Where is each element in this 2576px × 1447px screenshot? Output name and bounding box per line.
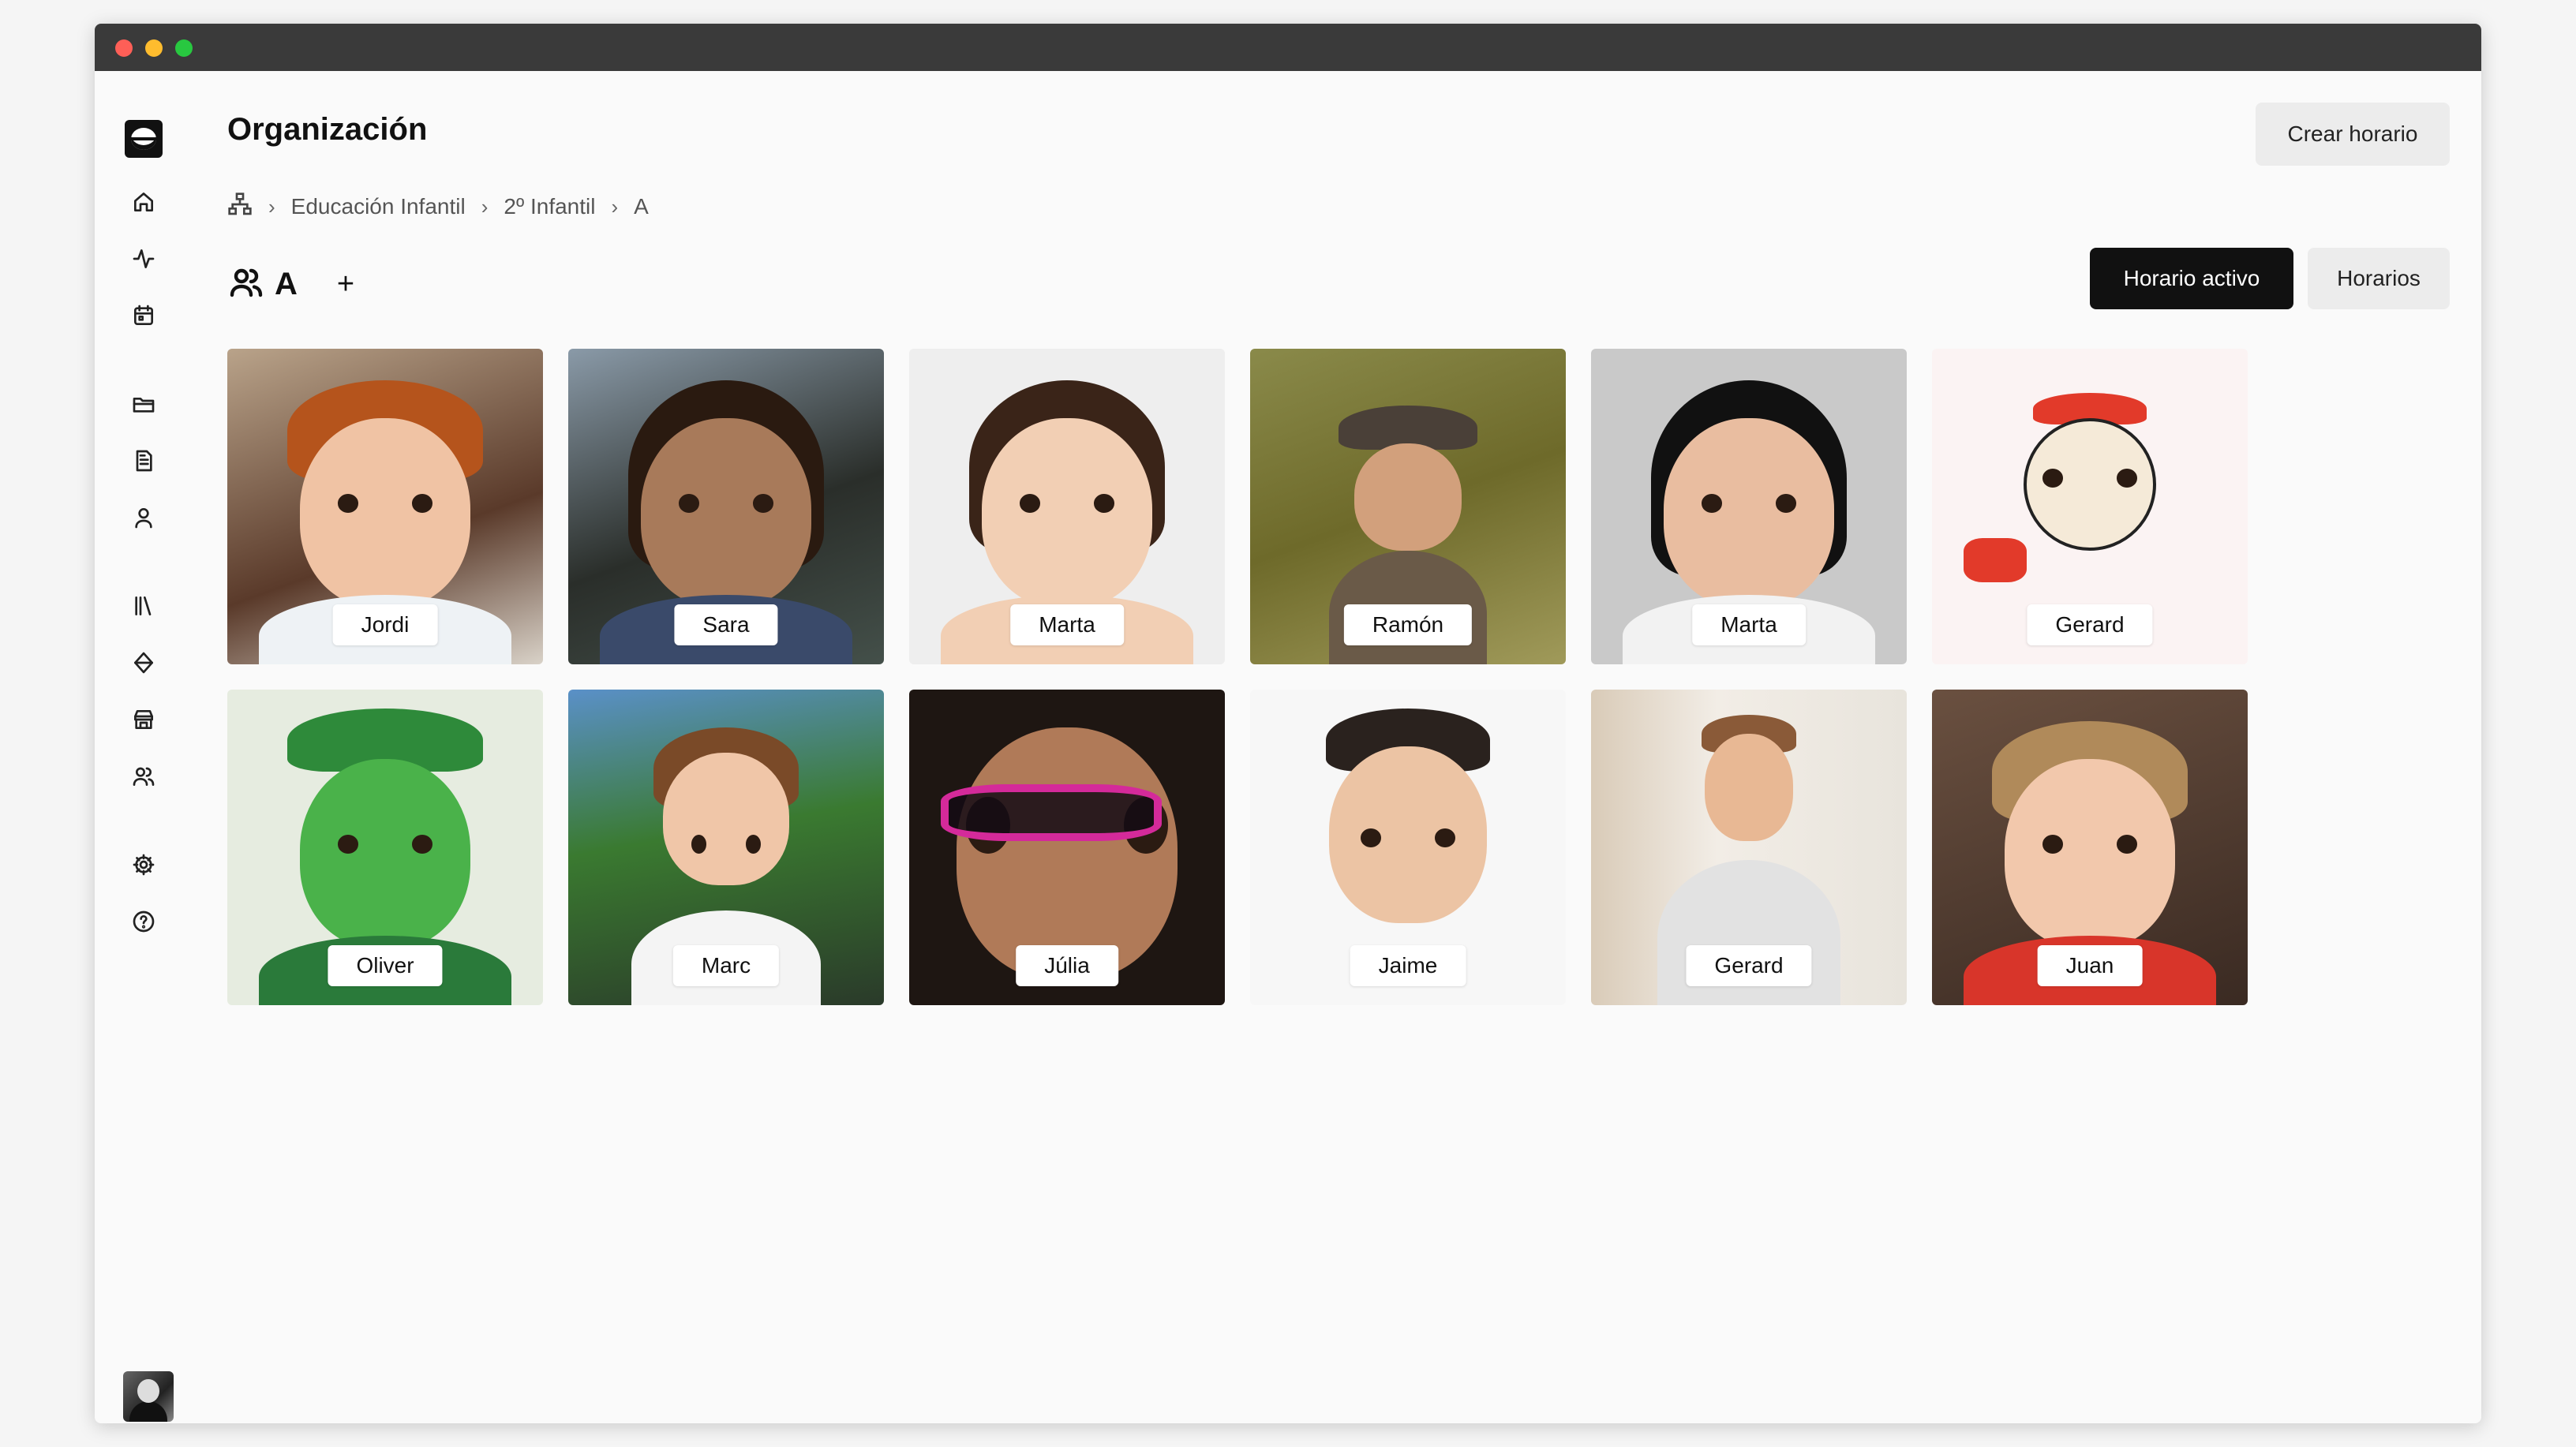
student-name: Gerard <box>2027 604 2153 645</box>
student-name: Gerard <box>1686 945 1812 986</box>
student-card[interactable]: Gerard <box>1591 690 1907 1005</box>
add-student-button[interactable]: + <box>337 267 354 301</box>
student-name: Marta <box>1010 604 1124 645</box>
folder-icon[interactable] <box>129 390 158 418</box>
schedules-button[interactable]: Horarios <box>2308 248 2450 309</box>
breadcrumb-item-course[interactable]: 2º Infantil <box>504 194 595 219</box>
group-name: A <box>275 266 298 301</box>
document-icon[interactable] <box>129 447 158 475</box>
close-window-button[interactable] <box>115 39 133 57</box>
store-icon[interactable] <box>129 705 158 734</box>
student-name: Jaime <box>1350 945 1466 986</box>
student-name: Júlia <box>1016 945 1118 986</box>
student-card[interactable]: Jaime <box>1250 690 1566 1005</box>
student-card[interactable]: Jordi <box>227 349 543 664</box>
breadcrumb-item-group[interactable]: A <box>634 194 649 219</box>
group-users-icon <box>227 264 265 305</box>
student-card[interactable]: Júlia <box>909 690 1225 1005</box>
calendar-icon[interactable] <box>129 301 158 330</box>
minimize-window-button[interactable] <box>145 39 163 57</box>
user-avatar[interactable] <box>123 1371 174 1422</box>
student-card[interactable]: Gerard <box>1932 349 2248 664</box>
layers-icon[interactable] <box>129 649 158 677</box>
home-icon[interactable] <box>129 188 158 216</box>
student-name: Marta <box>1692 604 1806 645</box>
chevron-right-icon: › <box>481 194 489 219</box>
chevron-right-icon: › <box>268 194 275 219</box>
settings-icon[interactable] <box>129 851 158 879</box>
student-card[interactable]: Marta <box>909 349 1225 664</box>
student-card[interactable]: Sara <box>568 349 884 664</box>
user-icon[interactable] <box>129 503 158 532</box>
breadcrumb: › Educación Infantil › 2º Infantil › A <box>227 191 649 222</box>
org-tree-icon[interactable] <box>227 192 253 222</box>
library-icon[interactable] <box>129 592 158 620</box>
breadcrumb-item-stage[interactable]: Educación Infantil <box>291 194 466 219</box>
title-bar <box>95 24 2481 71</box>
sidebar <box>95 71 197 1423</box>
app-logo[interactable] <box>125 120 163 158</box>
student-name: Sara <box>674 604 778 645</box>
create-schedule-button[interactable]: Crear horario <box>2256 103 2450 166</box>
activity-icon[interactable] <box>129 245 158 273</box>
student-card[interactable]: Juan <box>1932 690 2248 1005</box>
student-name: Jordi <box>332 604 438 645</box>
student-card[interactable]: Ramón <box>1250 349 1566 664</box>
group-header: A + <box>227 260 354 308</box>
users-icon[interactable] <box>129 762 158 791</box>
student-card[interactable]: Oliver <box>227 690 543 1005</box>
student-name: Oliver <box>328 945 443 986</box>
student-name: Juan <box>2037 945 2143 986</box>
student-card[interactable]: Marta <box>1591 349 1907 664</box>
page-title: Organización <box>227 112 428 147</box>
help-icon[interactable] <box>129 907 158 936</box>
student-card[interactable]: Marc <box>568 690 884 1005</box>
chevron-right-icon: › <box>611 194 619 219</box>
active-schedule-button[interactable]: Horario activo <box>2090 248 2293 309</box>
student-name: Marc <box>672 945 780 986</box>
maximize-window-button[interactable] <box>175 39 193 57</box>
student-name: Ramón <box>1343 604 1473 645</box>
app-window: Organización Crear horario › Educación I… <box>95 24 2481 1423</box>
